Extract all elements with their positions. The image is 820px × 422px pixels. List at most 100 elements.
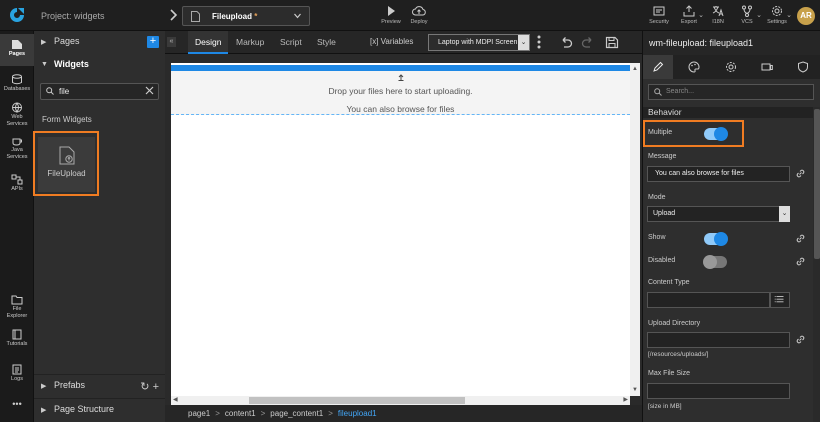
- property-search-input[interactable]: Search...: [648, 84, 814, 100]
- tab-devices[interactable]: [752, 55, 782, 79]
- vcs-button[interactable]: VCS ⌄: [730, 3, 764, 29]
- pages-icon: [12, 40, 22, 49]
- database-icon: [12, 74, 22, 85]
- scroll-thumb[interactable]: [249, 397, 465, 404]
- scroll-down-icon[interactable]: ▼: [632, 387, 638, 393]
- modified-marker: *: [252, 12, 258, 21]
- tab-style[interactable]: Style: [310, 31, 343, 54]
- tab-properties[interactable]: [643, 55, 673, 79]
- tab-script[interactable]: Script: [273, 31, 309, 54]
- widget-search-input[interactable]: file: [40, 83, 159, 100]
- gear-icon: [772, 6, 782, 16]
- upload-directory-label: Upload Directory: [648, 320, 701, 327]
- browse-text[interactable]: You can also browse for files: [171, 104, 630, 114]
- disabled-toggle[interactable]: [703, 255, 727, 269]
- rail-item-file-explorer[interactable]: File Explorer: [0, 294, 34, 319]
- folder-icon: [11, 295, 23, 305]
- scroll-left-icon[interactable]: ◀: [173, 396, 178, 403]
- search-icon: [654, 88, 662, 96]
- rail-item-web-services[interactable]: Web Services: [0, 102, 34, 127]
- add-page-button[interactable]: +: [147, 36, 159, 48]
- page-structure-section-header[interactable]: ▶ Page Structure: [34, 398, 165, 422]
- upload-directory-input[interactable]: [647, 332, 790, 348]
- content-type-label: Content Type: [648, 279, 690, 286]
- breadcrumb-item[interactable]: page1: [188, 409, 210, 418]
- left-rail: Pages Databases Web Services Java Servic…: [0, 31, 34, 422]
- breadcrumb-item[interactable]: content1: [225, 409, 256, 418]
- fileupload-drop-zone[interactable]: Drop your files here to start uploading.…: [171, 71, 630, 115]
- avatar[interactable]: AR: [797, 7, 815, 25]
- rail-item-more[interactable]: •••: [0, 400, 34, 408]
- breadcrumb-item-current[interactable]: fileupload1: [338, 409, 377, 418]
- variables-button[interactable]: [x] Variables: [370, 37, 413, 46]
- chevron-down-icon: ⌄: [518, 35, 529, 50]
- add-icon[interactable]: +: [153, 381, 159, 393]
- play-icon: [388, 6, 395, 16]
- mode-value: Upload: [653, 210, 676, 217]
- device-value: Laptop with MDPI Screen: [438, 39, 518, 46]
- link-icon[interactable]: [796, 234, 805, 243]
- rail-item-pages[interactable]: Pages: [0, 34, 34, 66]
- mode-select[interactable]: Upload ⌄: [647, 206, 790, 222]
- tab-markup[interactable]: Markup: [229, 31, 271, 54]
- settings-button[interactable]: Settings ⌄: [760, 3, 794, 29]
- cloud-upload-icon: [412, 6, 426, 16]
- scroll-up-icon[interactable]: ▲: [632, 66, 638, 72]
- properties-scrollbar[interactable]: [813, 107, 820, 422]
- prefabs-section-header[interactable]: ▶ Prefabs ↻ +: [34, 374, 165, 398]
- content-type-input[interactable]: [647, 292, 770, 308]
- design-canvas-area: Drop your files here to start uploading.…: [165, 54, 642, 405]
- max-file-size-hint: [size in MB]: [648, 403, 682, 410]
- toggle-knob: [714, 232, 728, 246]
- link-icon[interactable]: [796, 335, 805, 344]
- disabled-label: Disabled: [648, 257, 676, 264]
- design-canvas[interactable]: Drop your files here to start uploading.…: [171, 63, 630, 396]
- tab-events[interactable]: [716, 55, 746, 79]
- editor-toolbar: « Design Markup Script Style [x] Variabl…: [165, 31, 642, 54]
- scroll-right-icon[interactable]: ▶: [623, 396, 628, 403]
- save-icon[interactable]: [605, 36, 619, 49]
- translate-icon: [712, 6, 724, 17]
- palette-icon: [688, 61, 700, 73]
- max-file-size-input[interactable]: [647, 383, 790, 399]
- caret-down-icon: ▼: [41, 61, 48, 68]
- scroll-thumb[interactable]: [814, 109, 820, 259]
- message-input[interactable]: You can also browse for files: [647, 166, 790, 182]
- page-selector[interactable]: Fileupload *: [182, 6, 310, 26]
- prefabs-label: Prefabs: [54, 380, 86, 390]
- settings-label: Settings: [767, 19, 787, 25]
- deploy-button[interactable]: Deploy: [402, 3, 436, 29]
- vcs-label: VCS: [741, 19, 753, 25]
- link-icon[interactable]: [796, 169, 805, 178]
- link-icon[interactable]: [796, 257, 805, 266]
- rail-item-logs[interactable]: Logs: [0, 364, 34, 383]
- caret-right-icon: ▶: [41, 39, 47, 46]
- content-type-list-button[interactable]: [770, 292, 790, 308]
- chevron-right-icon[interactable]: [168, 9, 178, 21]
- collapse-left-icon[interactable]: «: [167, 37, 176, 47]
- tab-design[interactable]: Design: [188, 31, 229, 54]
- more-vertical-icon[interactable]: [537, 35, 541, 49]
- tab-security[interactable]: [788, 55, 818, 79]
- rail-item-apis[interactable]: APIs: [0, 174, 34, 193]
- redo-icon[interactable]: [581, 36, 595, 49]
- rail-item-java-services[interactable]: Java Services: [0, 135, 34, 160]
- widgets-section-header[interactable]: ▼ Widgets: [34, 54, 165, 76]
- device-select[interactable]: Laptop with MDPI Screen ⌄: [428, 34, 530, 51]
- undo-icon[interactable]: [559, 36, 573, 49]
- tab-styles[interactable]: [679, 55, 709, 79]
- show-toggle[interactable]: [704, 232, 728, 246]
- horizontal-scrollbar[interactable]: ◀ ▶: [171, 396, 630, 405]
- refresh-icon[interactable]: ↻: [140, 381, 149, 393]
- security-button[interactable]: Security: [642, 3, 676, 29]
- logs-icon: [12, 364, 22, 375]
- close-icon[interactable]: [145, 86, 154, 95]
- app-logo-icon[interactable]: [9, 7, 25, 23]
- rail-item-databases[interactable]: Databases: [0, 74, 34, 93]
- behavior-section-header: Behavior: [643, 107, 813, 118]
- vertical-scrollbar[interactable]: ▲ ▼: [630, 63, 640, 396]
- rail-item-tutorials[interactable]: Tutorials: [0, 329, 34, 348]
- breadcrumb-item[interactable]: page_content1: [270, 409, 323, 418]
- pages-section-header[interactable]: ▶ Pages +: [34, 31, 165, 53]
- chevron-down-icon: [294, 13, 301, 19]
